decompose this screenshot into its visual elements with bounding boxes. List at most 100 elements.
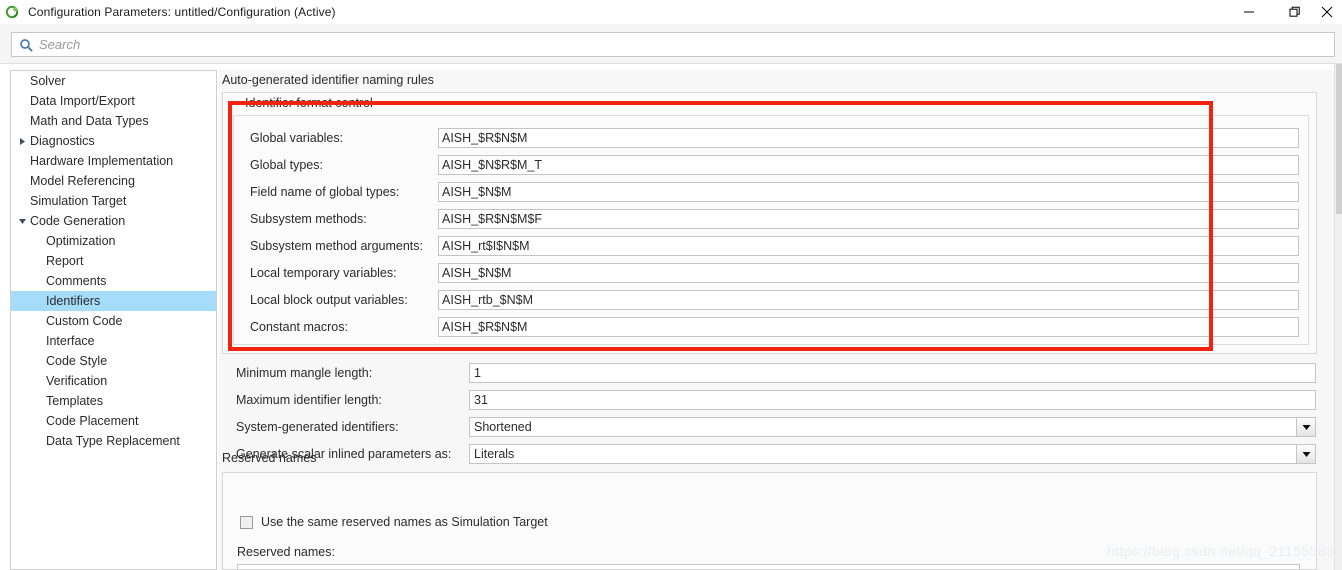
identifier-format-control-title: Identifier format control [242,96,376,110]
sidebar-item-label: Math and Data Types [30,114,149,128]
sidebar-item-data-type-replacement[interactable]: Data Type Replacement [11,431,216,451]
use-same-reserved-names-label: Use the same reserved names as Simulatio… [261,515,548,529]
window-title-bar: Configuration Parameters: untitled/Confi… [0,0,1342,24]
use-same-reserved-names-checkbox[interactable] [240,515,253,529]
sidebar-item-label: Diagnostics [30,134,95,148]
identifier-field-row: Field name of global types: AISH_$N$M [234,182,1308,202]
length-field-input[interactable]: 31 [469,390,1316,410]
sidebar-item-label: Data Type Replacement [46,434,180,448]
sidebar-item-data-import-export[interactable]: Data Import/Export [11,91,216,111]
length-field-label: Minimum mangle length: [236,366,373,380]
sidebar-item-label: Verification [46,374,108,388]
identifier-field-row: Subsystem methods: AISH_$R$N$M$F [234,209,1308,229]
identifier-field-row: Global variables: AISH_$R$N$M [234,128,1308,148]
identifier-field-input[interactable]: AISH_$R$N$M [438,317,1299,337]
sidebar-item-solver[interactable]: Solver [11,71,216,91]
identifier-field-input[interactable]: AISH_$N$M [438,263,1299,283]
use-same-reserved-names-row[interactable]: Use the same reserved names as Simulatio… [240,515,548,529]
sidebar-item-optimization[interactable]: Optimization [11,231,216,251]
identifier-field-row: Global types: AISH_$N$R$M_T [234,155,1308,175]
sidebar-item-label: Simulation Target [30,194,127,208]
sidebar-item-label: Model Referencing [30,174,135,188]
window-controls [1226,0,1342,24]
sidebar-item-comments[interactable]: Comments [11,271,216,291]
identifier-field-row: Local temporary variables: AISH_$N$M [234,263,1308,283]
identifier-field-input[interactable]: AISH_rt$I$N$M [438,236,1299,256]
length-field-input[interactable]: 1 [469,363,1316,383]
sidebar-item-label: Comments [46,274,107,288]
sidebar-item-report[interactable]: Report [11,251,216,271]
reserved-names-input-label: Reserved names: [237,545,335,559]
sidebar-item-label: Hardware Implementation [30,154,174,168]
sidebar-item-label: Interface [46,334,95,348]
simulink-icon [5,4,21,20]
sidebar-item-hardware-implementation[interactable]: Hardware Implementation [11,151,216,171]
identifier-field-label: Subsystem method arguments: [250,239,423,253]
sidebar-item-label: Identifiers [46,294,101,308]
settings-content-pane: Auto-generated identifier naming rules I… [219,70,1334,570]
sidebar-item-math-and-data-types[interactable]: Math and Data Types [11,111,216,131]
identifier-field-input[interactable]: AISH_rtb_$N$M [438,290,1299,310]
length-field-label: Maximum identifier length: [236,393,382,407]
chevron-down-icon[interactable] [1296,445,1315,463]
sidebar-item-model-referencing[interactable]: Model Referencing [11,171,216,191]
reserved-names-input[interactable] [237,564,1300,569]
sidebar-item-diagnostics[interactable]: Diagnostics [11,131,216,151]
sidebar-item-code-placement[interactable]: Code Placement [11,411,216,431]
combo-field-value: Shortened [474,420,532,434]
scrollbar-thumb[interactable] [1336,64,1342,214]
combo-field-dropdown[interactable]: Shortened [469,417,1316,437]
identifier-field-label: Global variables: [250,131,344,145]
sidebar-item-identifiers[interactable]: Identifiers [11,291,216,311]
close-button[interactable] [1318,0,1342,24]
identifier-field-label: Local temporary variables: [250,266,397,280]
sidebar-item-simulation-target[interactable]: Simulation Target [11,191,216,211]
watermark-text: https://blog.csdn.net/qq_21155583 [1106,543,1334,559]
sidebar-item-label: Optimization [46,234,116,248]
identifier-field-row: Constant macros: AISH_$R$N$M [234,317,1308,337]
chevron-right-icon[interactable] [14,131,30,151]
identifier-field-input[interactable]: AISH_$R$N$M [438,128,1299,148]
sidebar-item-label: Code Generation [30,214,126,228]
combo-field-dropdown[interactable]: Literals [469,444,1316,464]
sidebar-item-code-generation[interactable]: Code Generation [11,211,216,231]
settings-tree[interactable]: Solver Data Import/Export Math and Data Ty… [10,70,217,570]
sidebar-item-label: Templates [46,394,103,408]
search-bar-area: Search [0,24,1342,64]
search-icon [19,38,33,52]
identifier-field-input[interactable]: AISH_$N$R$M_T [438,155,1299,175]
minimize-button[interactable] [1226,0,1272,24]
sidebar-item-label: Code Style [46,354,108,368]
identifier-field-input[interactable]: AISH_$N$M [438,182,1299,202]
chevron-down-icon[interactable] [14,211,30,231]
search-placeholder: Search [39,37,81,52]
vertical-scrollbar[interactable] [1334,64,1342,570]
reserved-names-heading: Reserved names [222,451,317,465]
chevron-down-icon[interactable] [1296,418,1315,436]
search-input[interactable]: Search [11,32,1335,57]
restore-button[interactable] [1272,0,1318,24]
identifier-field-input[interactable]: AISH_$R$N$M$F [438,209,1299,229]
sidebar-item-label: Report [46,254,84,268]
sidebar-item-label: Data Import/Export [30,94,135,108]
sidebar-item-interface[interactable]: Interface [11,331,216,351]
sidebar-item-code-style[interactable]: Code Style [11,351,216,371]
sidebar-item-custom-code[interactable]: Custom Code [11,311,216,331]
sidebar-item-templates[interactable]: Templates [11,391,216,411]
sidebar-item-verification[interactable]: Verification [11,371,216,391]
